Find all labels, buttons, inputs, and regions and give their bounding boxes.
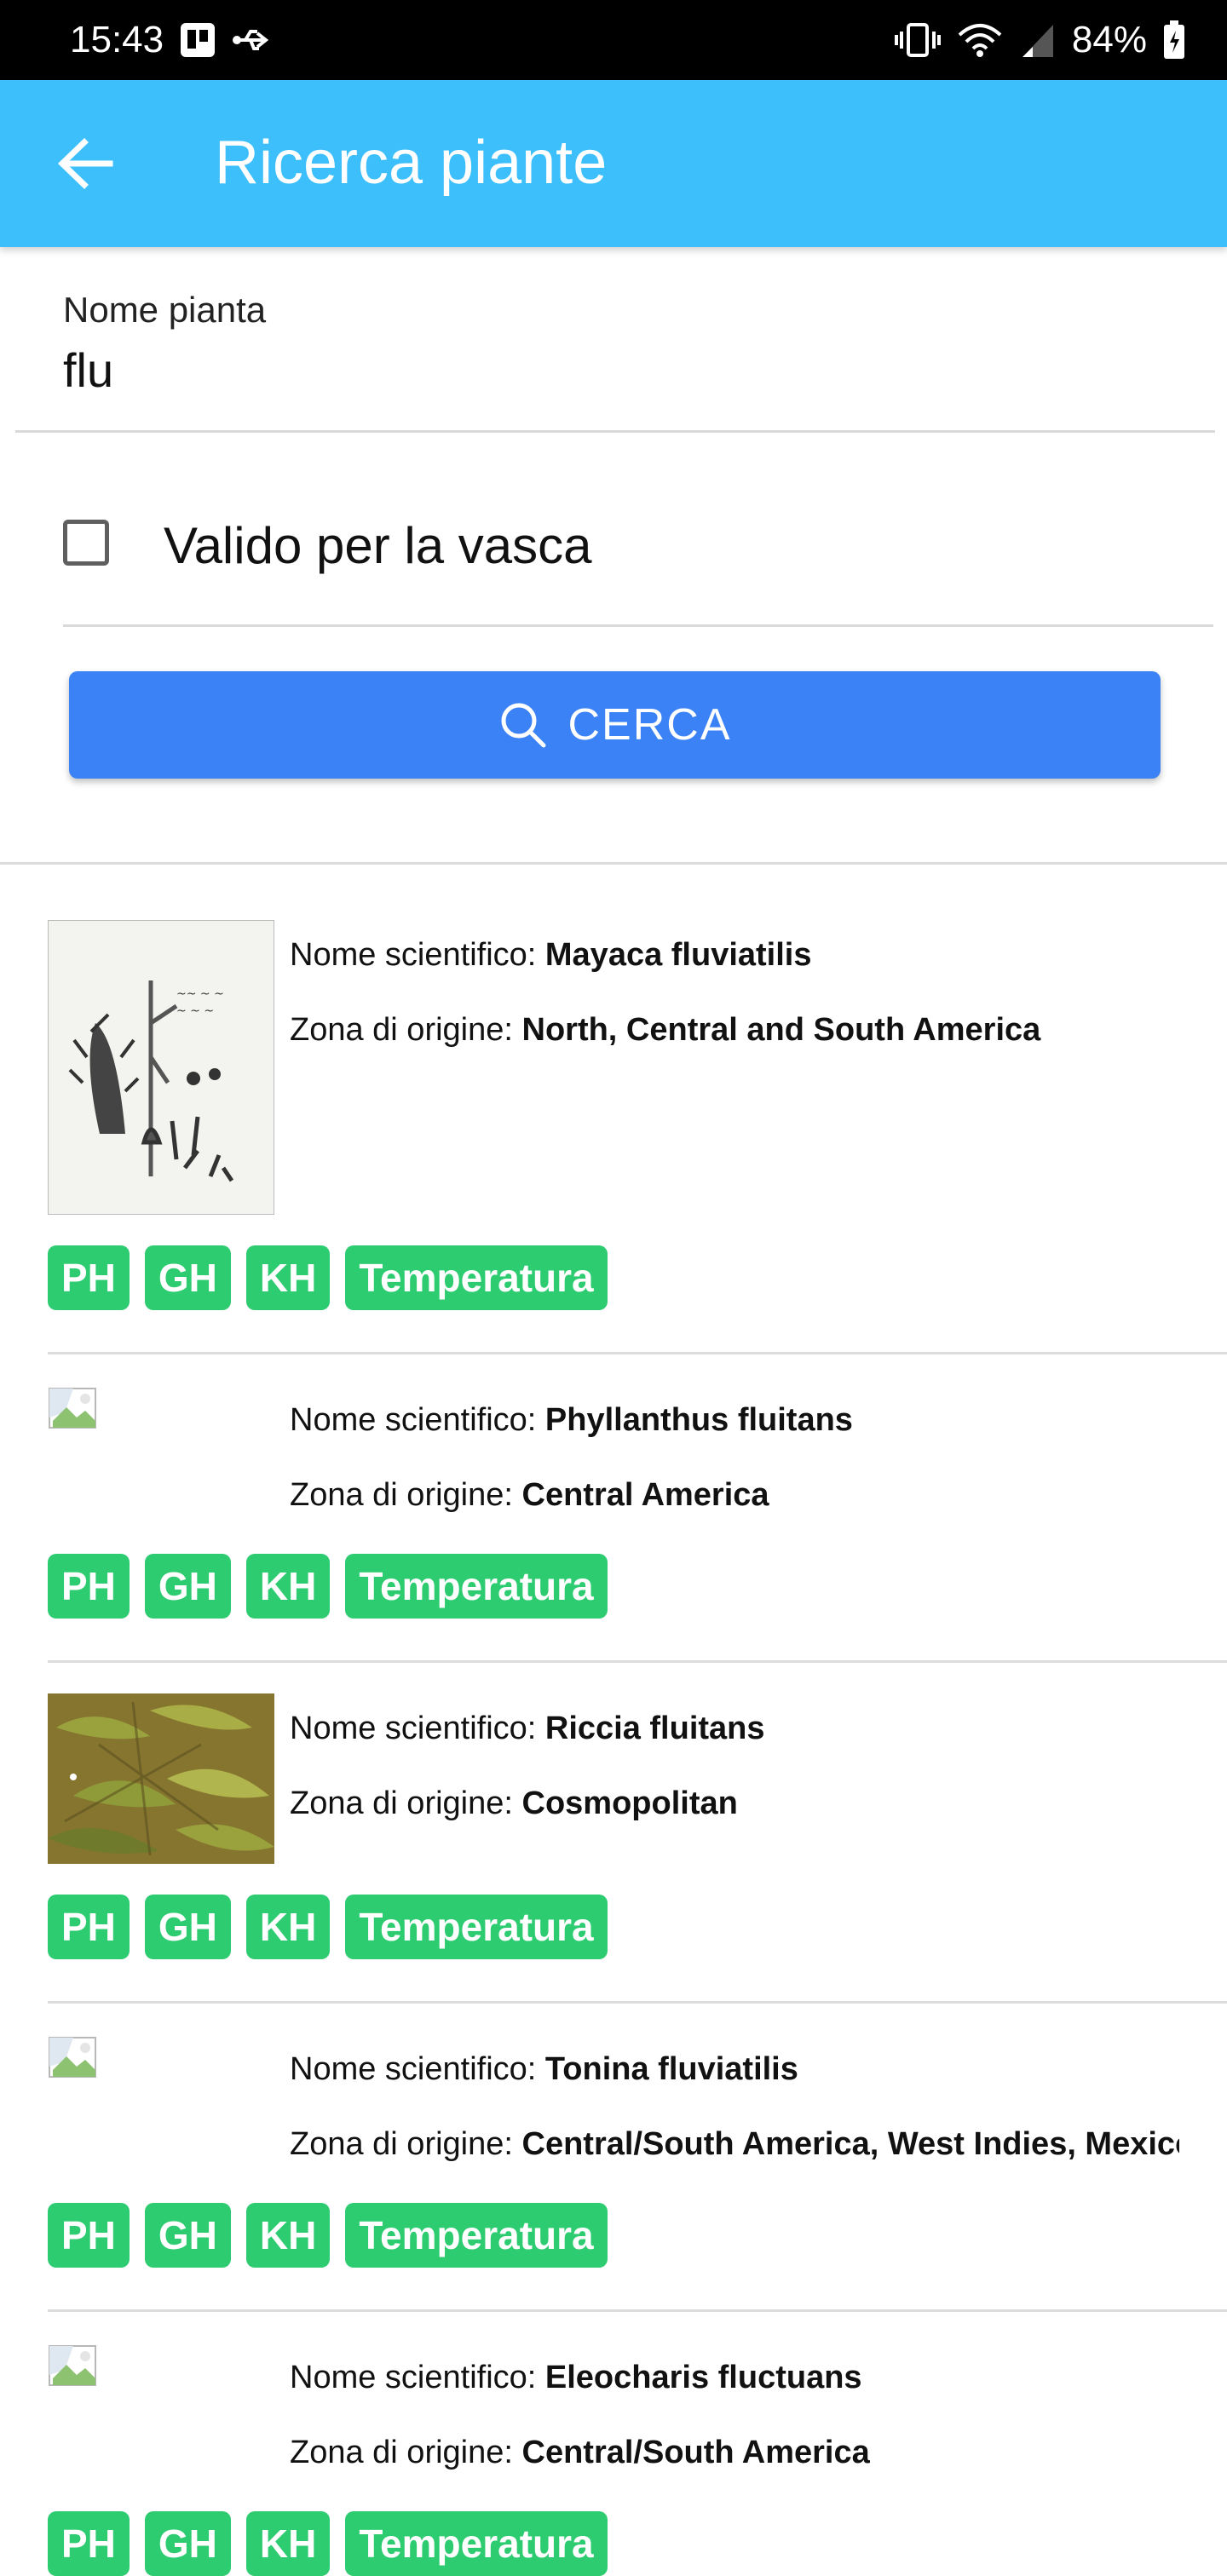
origin-value: Central/South America, West Indies, Mexi… bbox=[521, 2126, 1180, 2162]
scientific-label: Nome scientifico: bbox=[290, 2360, 545, 2395]
chip-temperature[interactable]: Temperatura bbox=[345, 1554, 608, 1619]
scientific-label: Nome scientifico: bbox=[290, 937, 545, 973]
chip-gh[interactable]: GH bbox=[144, 2203, 231, 2268]
chip-ph[interactable]: PH bbox=[48, 2511, 130, 2576]
chip-kh[interactable]: KH bbox=[245, 2511, 331, 2576]
origin-value: Central America bbox=[521, 1477, 769, 1513]
broken-image-icon bbox=[48, 2036, 274, 2087]
result-info: Nome scientifico: Eleocharis fluctuans Z… bbox=[290, 2312, 1179, 2482]
status-bar: 15:43 84% bbox=[0, 0, 1227, 80]
chip-gh[interactable]: GH bbox=[144, 1895, 231, 1959]
search-icon bbox=[501, 703, 546, 748]
chip-gh[interactable]: GH bbox=[144, 2511, 231, 2576]
search-button[interactable]: CERCA bbox=[69, 671, 1161, 779]
chip-ph[interactable]: PH bbox=[48, 1245, 130, 1310]
back-button[interactable] bbox=[49, 128, 121, 199]
result-info: Nome scientifico: Riccia fluitans Zona d… bbox=[290, 1663, 1179, 1833]
plant-name-field[interactable]: Nome pianta flu bbox=[15, 247, 1215, 433]
wifi-icon bbox=[956, 21, 1004, 59]
vibrate-icon bbox=[894, 21, 941, 59]
chip-temperature[interactable]: Temperatura bbox=[345, 2203, 608, 2268]
parameter-chips: PH GH KH Temperatura bbox=[48, 1245, 608, 1310]
result-card[interactable]: Nome scientifico: Eleocharis fluctuans Z… bbox=[48, 2312, 1227, 2576]
scientific-name: Riccia fluitans bbox=[544, 1711, 765, 1746]
scientific-label: Nome scientifico: bbox=[290, 1711, 545, 1746]
chip-kh[interactable]: KH bbox=[245, 1554, 331, 1619]
battery-icon bbox=[1162, 20, 1186, 60]
notification-icon bbox=[179, 21, 216, 59]
result-card[interactable]: Nome scientifico: Riccia fluitans Zona d… bbox=[48, 1663, 1227, 2004]
origin-value: Cosmopolitan bbox=[521, 1785, 738, 1821]
chip-ph[interactable]: PH bbox=[48, 1554, 130, 1619]
parameter-chips: PH GH KH Temperatura bbox=[48, 2203, 608, 2268]
page-title: Ricerca piante bbox=[215, 129, 608, 197]
battery-level: 84% bbox=[1071, 19, 1147, 60]
chip-kh[interactable]: KH bbox=[245, 2203, 331, 2268]
scientific-name-line: Nome scientifico: Tonina fluviatilis bbox=[290, 2051, 798, 2088]
scientific-name: Eleocharis fluctuans bbox=[544, 2360, 862, 2395]
chip-temperature[interactable]: Temperatura bbox=[345, 2511, 608, 2576]
plant-illustration: ~~ ~ ~ ~ ~ ~ bbox=[48, 920, 274, 1215]
app-bar: Ricerca piante bbox=[0, 80, 1227, 247]
chip-ph[interactable]: PH bbox=[48, 1895, 130, 1959]
status-time: 15:43 bbox=[70, 19, 164, 60]
parameter-chips: PH GH KH Temperatura bbox=[48, 1895, 608, 1959]
parameter-chips: PH GH KH Temperatura bbox=[48, 1554, 608, 1619]
scientific-name-line: Nome scientifico: Phyllanthus fluitans bbox=[290, 1402, 853, 1439]
origin-value: Central/South America bbox=[521, 2435, 870, 2470]
valid-for-tank-label: Valido per la vasca bbox=[164, 517, 592, 574]
broken-image-icon bbox=[48, 2344, 274, 2395]
chip-gh[interactable]: GH bbox=[144, 1245, 231, 1310]
scientific-label: Nome scientifico: bbox=[290, 2051, 545, 2087]
chip-gh[interactable]: GH bbox=[144, 1554, 231, 1619]
scientific-name-line: Nome scientifico: Riccia fluitans bbox=[290, 1711, 765, 1747]
result-card[interactable]: Nome scientifico: Tonina fluviatilis Zon… bbox=[48, 2004, 1227, 2312]
search-button-label: CERCA bbox=[567, 700, 732, 750]
origin-line: Zona di origine: Central/South America, … bbox=[290, 2126, 1179, 2163]
origin-label: Zona di origine: bbox=[290, 1785, 522, 1821]
origin-line: Zona di origine: Cosmopolitan bbox=[290, 1785, 738, 1822]
plant-photo bbox=[48, 1693, 274, 1864]
scientific-name: Mayaca fluviatilis bbox=[544, 937, 812, 973]
svg-text:~~ ~ ~: ~~ ~ ~ bbox=[176, 987, 224, 1001]
scientific-name: Tonina fluviatilis bbox=[544, 2051, 798, 2087]
svg-text:~ ~ ~: ~ ~ ~ bbox=[176, 1004, 214, 1018]
result-info: Nome scientifico: Mayaca fluviatilis Zon… bbox=[290, 920, 1179, 1215]
signal-icon bbox=[1019, 21, 1057, 59]
chip-temperature[interactable]: Temperatura bbox=[345, 1245, 608, 1310]
plant-name-label: Nome pianta bbox=[63, 290, 267, 330]
broken-image-icon bbox=[48, 1387, 274, 1438]
result-info: Nome scientifico: Tonina fluviatilis Zon… bbox=[290, 2004, 1179, 2174]
valid-for-tank-row[interactable]: Valido per la vasca bbox=[63, 477, 1213, 627]
origin-label: Zona di origine: bbox=[290, 1477, 522, 1513]
origin-label: Zona di origine: bbox=[290, 2435, 522, 2470]
chip-kh[interactable]: KH bbox=[245, 1895, 331, 1959]
result-card[interactable]: Nome scientifico: Phyllanthus fluitans Z… bbox=[48, 1354, 1227, 1663]
parameter-chips: PH GH KH Temperatura bbox=[48, 2511, 608, 2576]
scientific-name-line: Nome scientifico: Eleocharis fluctuans bbox=[290, 2360, 862, 2396]
origin-label: Zona di origine: bbox=[290, 1012, 522, 1048]
scientific-label: Nome scientifico: bbox=[290, 1402, 545, 1438]
origin-line: Zona di origine: Central America bbox=[290, 1477, 769, 1514]
scientific-name: Phyllanthus fluitans bbox=[544, 1402, 853, 1438]
result-info: Nome scientifico: Phyllanthus fluitans Z… bbox=[290, 1354, 1179, 1525]
chip-kh[interactable]: KH bbox=[245, 1245, 331, 1310]
result-card[interactable]: ~~ ~ ~ ~ ~ ~ Nome scientifico: Mayaca fl… bbox=[48, 920, 1227, 1354]
valid-for-tank-checkbox[interactable] bbox=[63, 520, 109, 566]
usb-icon bbox=[232, 23, 273, 57]
origin-value: North, Central and South America bbox=[521, 1012, 1041, 1048]
chip-ph[interactable]: PH bbox=[48, 2203, 130, 2268]
origin-label: Zona di origine: bbox=[290, 2126, 522, 2162]
origin-line: Zona di origine: North, Central and Sout… bbox=[290, 1012, 1040, 1049]
scientific-name-line: Nome scientifico: Mayaca fluviatilis bbox=[290, 937, 811, 974]
arrow-left-icon bbox=[57, 138, 113, 189]
chip-temperature[interactable]: Temperatura bbox=[345, 1895, 608, 1959]
divider bbox=[0, 862, 1227, 865]
plant-name-input[interactable]: flu bbox=[63, 342, 113, 398]
origin-line: Zona di origine: Central/South America bbox=[290, 2435, 870, 2471]
